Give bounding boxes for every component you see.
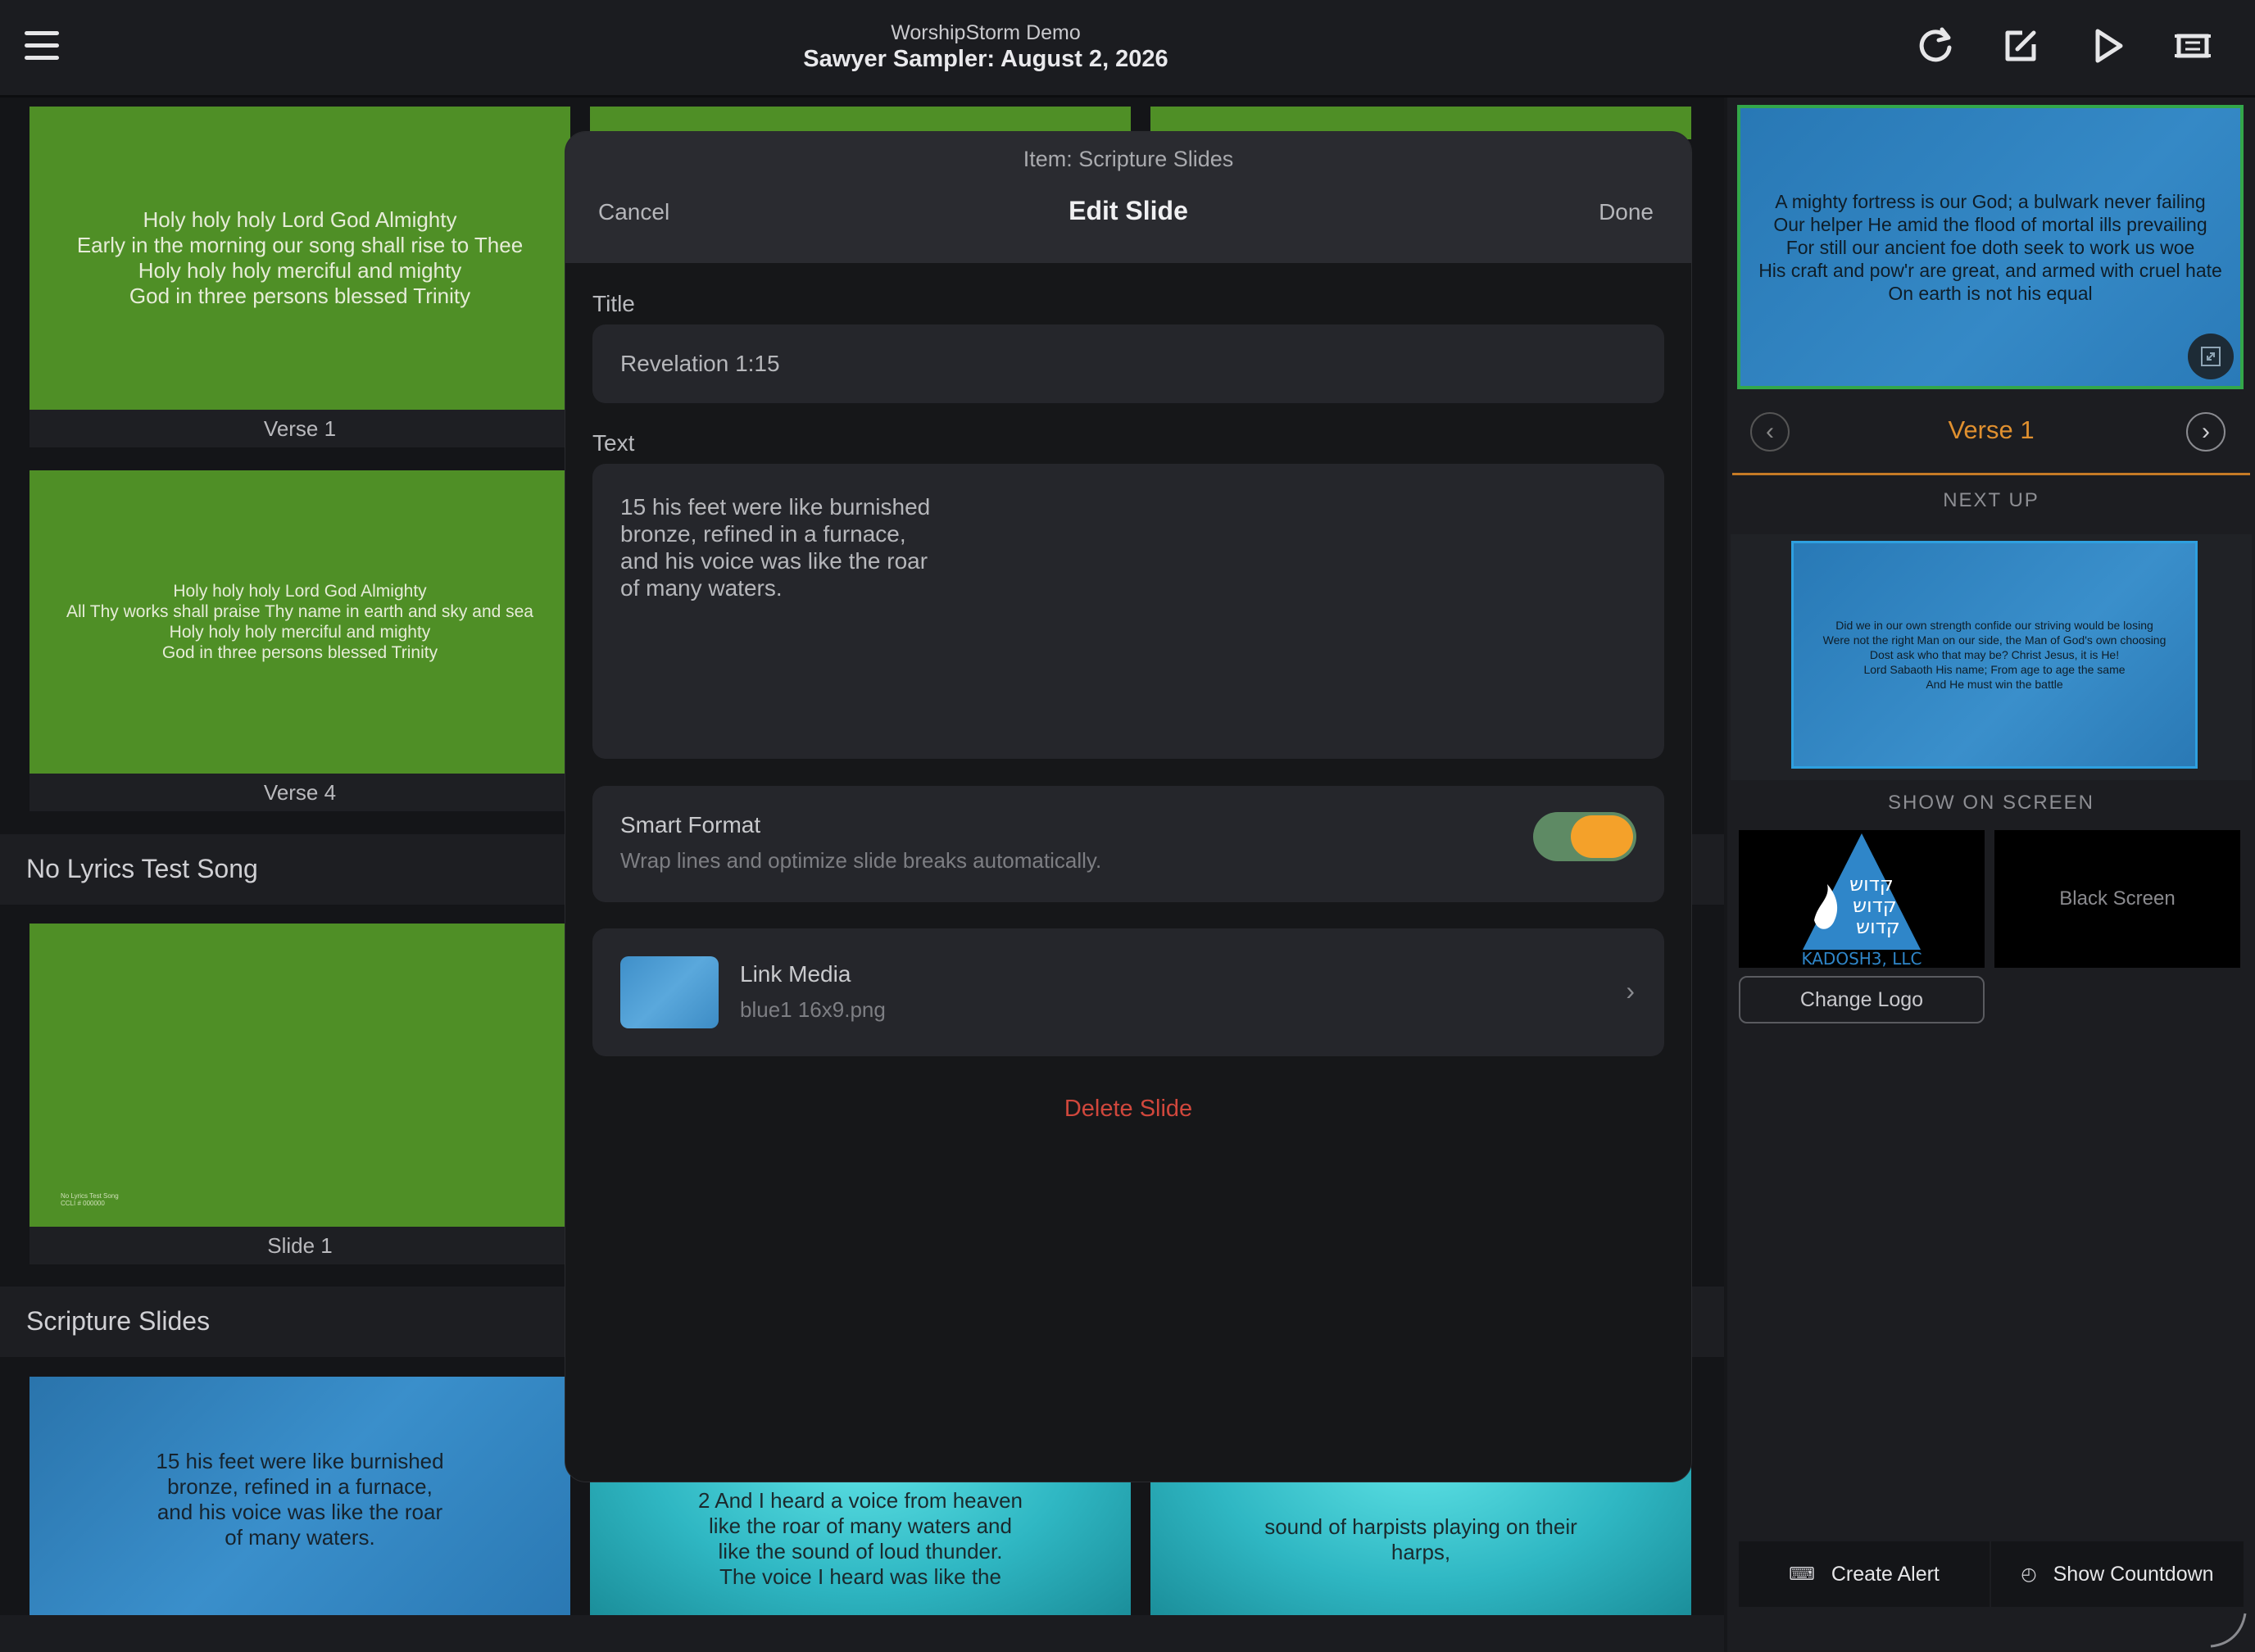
- smart-format-title: Smart Format: [620, 812, 761, 837]
- logo-text: KADOSH3, LLC: [1801, 949, 1922, 968]
- svg-text:קדוש: קדוש: [1856, 915, 1900, 938]
- show-countdown-label: Show Countdown: [2053, 1562, 2214, 1586]
- show-countdown-button[interactable]: ◴ Show Countdown: [1991, 1541, 2244, 1607]
- black-screen-tile[interactable]: Black Screen: [1994, 830, 2240, 968]
- screen-icon[interactable]: [2170, 23, 2216, 69]
- right-panel: A mighty fortress is our God; a bulwark …: [1727, 98, 2255, 1652]
- next-slide-text: Did we in our own strength confide our s…: [1822, 619, 2167, 691]
- play-icon[interactable]: [2085, 23, 2130, 69]
- title-input[interactable]: Revelation 1:15: [592, 324, 1664, 403]
- logo-tile[interactable]: קדוש קדוש קדוש KADOSH3, LLC: [1739, 830, 1985, 969]
- next-up-heading: NEXT UP: [1943, 489, 2039, 511]
- link-media-title: Link Media: [740, 961, 851, 987]
- slide-text: 2 And I heard a voice from heaven like t…: [697, 1488, 1023, 1589]
- toggle-knob: [1571, 815, 1633, 858]
- current-slide-label: Verse 1: [1948, 415, 2035, 444]
- svg-text:קדוש: קדוש: [1853, 894, 1897, 917]
- next-slide-icon[interactable]: ›: [2186, 412, 2226, 452]
- title-label: Title: [592, 291, 635, 316]
- next-up-box: Did we in our own strength confide our s…: [1731, 534, 2252, 780]
- clock-icon: ◴: [2021, 1564, 2037, 1584]
- slide-text: sound of harpists playing on their harps…: [1264, 1514, 1577, 1564]
- slide-text: Holy holy holy Lord God Almighty Early i…: [76, 207, 524, 308]
- slide-thumbnail[interactable]: Holy holy holy Lord God Almighty All Thy…: [29, 470, 570, 774]
- refresh-icon[interactable]: [1912, 23, 1958, 69]
- section-title: Scripture Slides: [26, 1306, 211, 1336]
- top-bar: WorshipStorm Demo Sawyer Sampler: August…: [0, 0, 2255, 98]
- next-slide-thumbnail[interactable]: Did we in our own strength confide our s…: [1791, 541, 2198, 769]
- done-button[interactable]: Done: [1599, 199, 1654, 225]
- slide-caption: Slide 1: [29, 1227, 570, 1264]
- alert-icon: ⌨: [1789, 1564, 1815, 1584]
- live-preview[interactable]: A mighty fortress is our God; a bulwark …: [1737, 105, 2244, 389]
- show-on-screen-heading: SHOW ON SCREEN: [1887, 792, 2094, 814]
- slide-thumbnail[interactable]: No Lyrics Test Song CCLI # 000000: [29, 924, 570, 1227]
- slide-text: 15 his feet were like burnished bronze, …: [156, 1449, 444, 1550]
- bottom-strip: [0, 1615, 1724, 1652]
- slide-text: Holy holy holy Lord God Almighty All Thy…: [66, 582, 533, 662]
- modal-item-label: Item: Scripture Slides: [1023, 147, 1234, 171]
- svg-text:קדוש: קדוש: [1849, 873, 1894, 896]
- delete-slide-button[interactable]: Delete Slide: [565, 1096, 1691, 1123]
- text-area[interactable]: 15 his feet were like burnished bronze, …: [592, 464, 1664, 759]
- create-alert-button[interactable]: ⌨ Create Alert: [1739, 1541, 1990, 1607]
- app-name: WorshipStorm Demo: [891, 21, 1081, 44]
- resize-handle-icon[interactable]: [2204, 1605, 2250, 1651]
- expand-icon[interactable]: [2188, 334, 2234, 379]
- chevron-right-icon: ›: [1626, 976, 1635, 1005]
- slide-caption: Verse 1: [29, 410, 570, 447]
- change-logo-button[interactable]: Change Logo: [1739, 976, 1985, 1023]
- link-media-row[interactable]: Link Media blue1 16x9.png ›: [592, 928, 1664, 1056]
- divider: [1732, 473, 2250, 475]
- kadosh-logo-icon: קדוש קדוש קדוש KADOSH3, LLC: [1801, 833, 1922, 969]
- edit-icon[interactable]: [1998, 23, 2044, 69]
- edit-slide-modal: Item: Scripture Slides Cancel Edit Slide…: [565, 131, 1692, 1482]
- smart-format-row: Smart Format Wrap lines and optimize sli…: [592, 786, 1664, 902]
- slide-thumbnail[interactable]: Holy holy holy Lord God Almighty Early i…: [29, 107, 570, 410]
- smart-format-description: Wrap lines and optimize slide breaks aut…: [620, 848, 1102, 873]
- black-screen-label: Black Screen: [2059, 887, 2176, 910]
- slide-small-text: No Lyrics Test Song CCLI # 000000: [61, 1192, 119, 1207]
- slide-caption: Verse 4: [29, 774, 570, 811]
- smart-format-toggle[interactable]: [1533, 812, 1636, 861]
- modal-title: Edit Slide: [1069, 196, 1188, 225]
- preview-text: A mighty fortress is our God; a bulwark …: [1758, 190, 2222, 304]
- service-title: Sawyer Sampler: August 2, 2026: [803, 46, 1168, 72]
- slide-thumbnail[interactable]: 15 his feet were like burnished bronze, …: [29, 1377, 570, 1615]
- create-alert-label: Create Alert: [1831, 1562, 1940, 1586]
- media-thumbnail: [620, 956, 719, 1028]
- text-label: Text: [592, 430, 635, 456]
- link-media-filename: blue1 16x9.png: [740, 997, 886, 1022]
- section-title: No Lyrics Test Song: [26, 854, 258, 883]
- modal-header: Item: Scripture Slides Cancel Edit Slide…: [565, 132, 1691, 263]
